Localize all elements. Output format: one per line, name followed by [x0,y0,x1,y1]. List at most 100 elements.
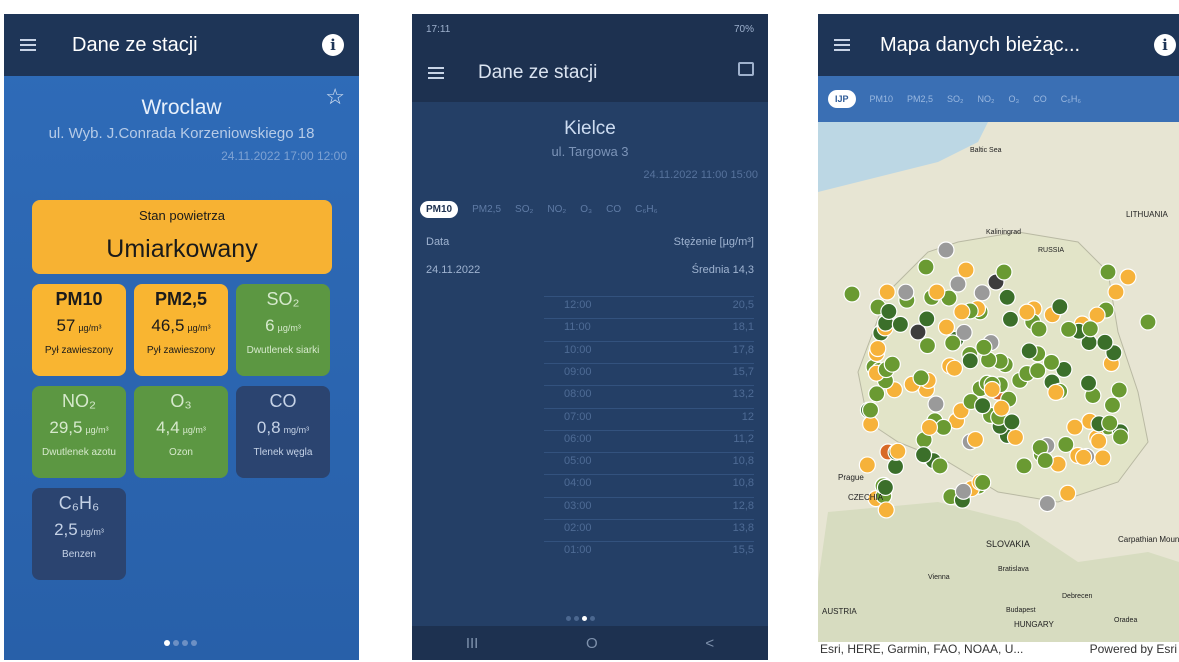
station-marker[interactable] [953,303,971,321]
map-pollutant-tab[interactable]: SO₂ [947,94,964,104]
station-marker[interactable] [1003,413,1021,431]
map-pollutant-tab[interactable]: C₆H₆ [1061,94,1081,104]
station-marker[interactable] [920,418,939,436]
station-marker[interactable] [949,275,967,293]
station-marker[interactable] [1111,428,1130,446]
station-marker[interactable] [975,338,993,356]
station-marker[interactable] [944,334,962,352]
station-marker[interactable] [886,457,905,476]
station-marker[interactable] [1051,298,1069,316]
home-button[interactable]: O [586,635,598,652]
favorite-star-icon[interactable]: ☆ [325,84,345,110]
station-marker[interactable] [1119,268,1137,286]
station-marker[interactable] [954,482,973,500]
station-marker[interactable] [891,315,910,333]
station-marker[interactable] [878,283,896,301]
station-marker[interactable] [931,457,949,475]
menu-icon[interactable] [20,39,36,51]
station-marker[interactable] [1079,374,1098,392]
pollutant-tile[interactable]: PM2,5 46,5 µg/m³ Pył zawieszony [134,284,228,376]
pollutant-tab[interactable]: O₃ [580,204,592,215]
station-marker[interactable] [917,258,935,276]
pollutant-tile[interactable]: NO₂ 29,5 µg/m³ Dwutlenek azotu [32,386,126,478]
pollutant-tile[interactable]: C₆H₆ 2,5 µg/m³ Benzen [32,488,126,580]
map-pollutant-tab[interactable]: PM2,5 [907,94,933,104]
station-marker[interactable] [1081,320,1099,338]
station-marker[interactable] [1094,449,1112,467]
station-marker[interactable] [1099,263,1117,281]
station-marker[interactable] [1074,448,1093,466]
menu-icon[interactable] [834,39,850,51]
station-marker[interactable] [1101,414,1119,432]
station-marker[interactable] [897,283,915,301]
station-marker[interactable] [843,285,861,303]
station-marker[interactable] [1047,383,1065,401]
station-marker[interactable] [974,473,992,492]
map-pollutant-tab[interactable]: IJP [828,90,856,108]
station-marker[interactable] [918,310,936,328]
station-marker[interactable] [957,261,975,279]
station-marker[interactable] [1015,457,1033,475]
map-canvas[interactable]: Baltic Sea Kaliningrad RUSSIA LITHUANIA Prag… [818,122,1179,642]
pollutant-tile[interactable]: O₃ 4,4 µg/m³ Ozon [134,386,228,478]
station-marker[interactable] [877,501,895,519]
station-marker[interactable] [1107,283,1125,301]
pollutant-tab[interactable]: PM2,5 [472,204,501,215]
map-pollutant-tab[interactable]: PM10 [870,94,894,104]
air-quality-index-card[interactable]: Stan powietrza Umiarkowany [32,200,332,274]
station-marker[interactable] [1139,313,1157,331]
calendar-icon[interactable] [738,62,754,76]
station-marker[interactable] [966,430,985,449]
station-marker[interactable] [1042,353,1061,371]
pollutant-tab[interactable]: SO₂ [515,204,533,215]
station-marker[interactable] [869,339,887,358]
menu-icon[interactable] [428,67,444,79]
station-marker[interactable] [883,355,901,373]
station-marker[interactable] [1020,342,1038,360]
station-marker[interactable] [928,283,946,301]
station-marker[interactable] [868,385,886,403]
station-marker[interactable] [1001,310,1020,328]
pollutant-tile[interactable]: SO₂ 6 µg/m³ Dwutlenek siarki [236,284,330,376]
poland-air-quality-map[interactable]: Baltic Sea Kaliningrad RUSSIA LITHUANIA Prag… [818,122,1179,642]
station-marker[interactable] [1030,320,1048,338]
station-marker[interactable] [974,397,992,415]
map-pollutant-tab[interactable]: O₃ [1009,94,1020,104]
station-marker[interactable] [1096,333,1114,351]
station-marker[interactable] [1018,303,1036,321]
station-marker[interactable] [1060,320,1078,339]
station-marker[interactable] [992,399,1011,417]
pollutant-tab[interactable]: C₆H₆ [635,204,658,215]
station-marker[interactable] [918,337,937,355]
station-marker[interactable] [1090,432,1108,450]
info-icon[interactable]: i [1154,34,1176,56]
station-marker[interactable] [973,284,991,302]
info-icon[interactable]: i [322,34,344,56]
station-marker[interactable] [998,288,1016,306]
station-marker[interactable] [912,369,930,387]
station-marker[interactable] [889,442,907,460]
pollutant-tab[interactable]: NO₂ [547,204,566,215]
station-marker[interactable] [1059,484,1077,502]
station-marker[interactable] [914,446,933,464]
station-marker[interactable] [1036,451,1054,470]
back-button[interactable]: < [705,635,714,652]
station-marker[interactable] [858,456,876,474]
station-marker[interactable] [861,401,880,419]
station-marker[interactable] [1103,396,1122,414]
station-marker[interactable] [937,241,955,259]
station-marker[interactable] [945,359,964,377]
station-marker[interactable] [937,318,956,336]
map-pollutant-tab[interactable]: NO₂ [978,94,995,104]
station-marker[interactable] [880,302,898,321]
station-marker[interactable] [1006,428,1025,447]
station-marker[interactable] [1038,494,1056,513]
pollutant-tab[interactable]: PM10 [420,201,459,218]
station-marker[interactable] [1066,418,1084,436]
map-pollutant-tab[interactable]: CO [1033,94,1047,104]
station-marker[interactable] [961,352,979,370]
recents-button[interactable]: III [466,635,479,652]
station-marker[interactable] [1057,435,1075,454]
powered-by-text[interactable]: Powered by Esri [1090,642,1177,660]
station-marker[interactable] [995,263,1013,281]
